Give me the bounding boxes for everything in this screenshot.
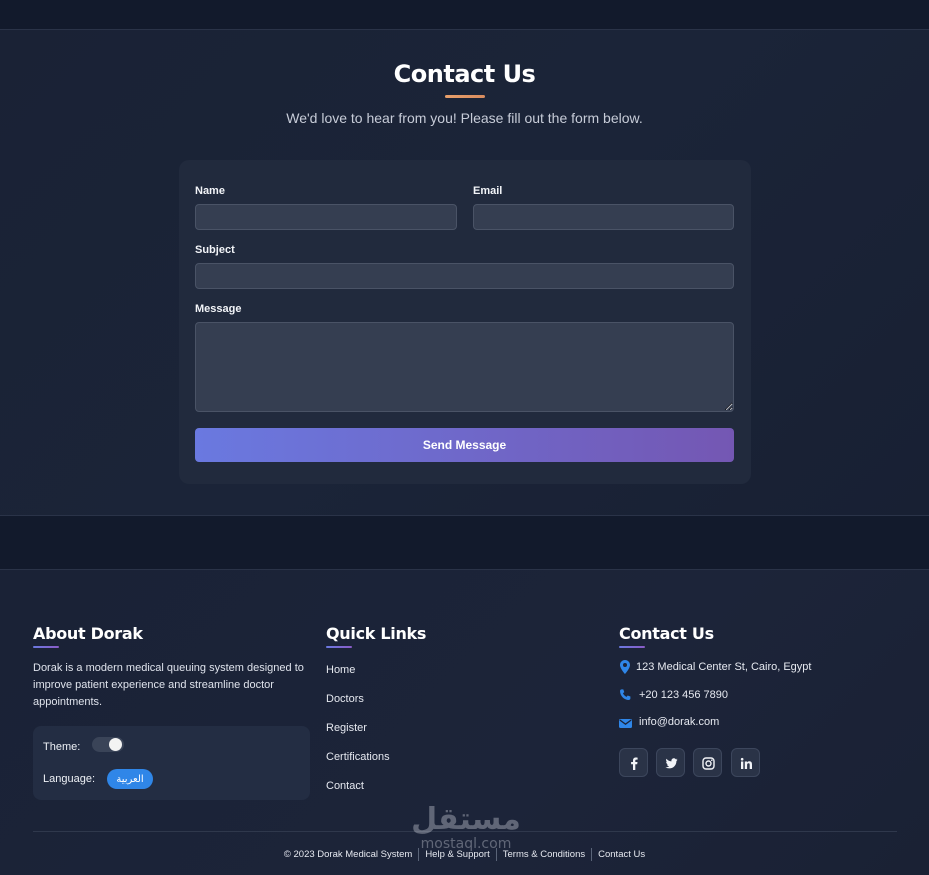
facebook-icon — [631, 757, 638, 770]
preferences-panel: Theme: Language: العربية — [33, 726, 310, 800]
email-label: Email — [473, 185, 503, 197]
envelope-icon — [619, 719, 632, 728]
linkedin-icon — [740, 757, 752, 769]
separator — [495, 847, 497, 861]
title-underline — [445, 95, 485, 98]
twitter-icon — [665, 758, 678, 769]
contact-section: Contact Us We'd love to hear from you! P… — [0, 30, 929, 516]
instagram-icon — [702, 757, 715, 770]
contact-email: info@dorak.com — [639, 716, 720, 728]
top-navbar-edge — [0, 0, 929, 30]
map-marker-icon — [620, 660, 630, 674]
about-heading-underline — [33, 646, 59, 648]
footer: About Dorak Dorak is a modern medical qu… — [0, 570, 929, 875]
instagram-button[interactable] — [693, 748, 722, 777]
contact-phone: +20 123 456 7890 — [639, 689, 729, 701]
language-arabic-button[interactable]: العربية — [107, 769, 153, 789]
footer-link-contact-us[interactable]: Contact Us — [598, 849, 645, 860]
footer-divider — [33, 831, 897, 832]
quick-links-heading: Quick Links — [326, 624, 427, 643]
toggle-knob — [109, 738, 122, 751]
footer-link-terms[interactable]: Terms & Conditions — [503, 849, 585, 860]
theme-toggle[interactable] — [92, 737, 124, 752]
quick-link-home[interactable]: Home — [326, 664, 355, 676]
email-field[interactable] — [473, 204, 734, 230]
facebook-button[interactable] — [619, 748, 648, 777]
message-label: Message — [195, 303, 242, 315]
footer-contact-heading-underline — [619, 646, 645, 648]
section-divider-band — [0, 516, 929, 570]
contact-address: 123 Medical Center St, Cairo, Egypt — [636, 661, 812, 673]
message-field[interactable] — [195, 322, 734, 412]
footer-link-help-support[interactable]: Help & Support — [425, 849, 489, 860]
subject-label: Subject — [195, 244, 235, 256]
contact-form: Name Email Subject Message Send Message — [179, 160, 751, 484]
about-heading: About Dorak — [33, 624, 143, 643]
quick-links-heading-underline — [326, 646, 352, 648]
twitter-button[interactable] — [656, 748, 685, 777]
separator — [418, 847, 420, 861]
footer-bottom-bar: © 2023 Dorak Medical System Help & Suppo… — [0, 847, 929, 861]
linkedin-button[interactable] — [731, 748, 760, 777]
about-text: Dorak is a modern medical queuing system… — [33, 662, 304, 708]
quick-link-doctors[interactable]: Doctors — [326, 693, 364, 705]
subject-field[interactable] — [195, 263, 734, 289]
quick-link-certifications[interactable]: Certifications — [326, 751, 390, 763]
footer-contact-heading: Contact Us — [619, 624, 714, 643]
name-field[interactable] — [195, 204, 457, 230]
name-label: Name — [195, 185, 225, 197]
send-message-button[interactable]: Send Message — [195, 428, 734, 462]
copyright-text: © 2023 Dorak Medical System — [283, 848, 413, 860]
language-label: Language: — [43, 773, 95, 785]
theme-label: Theme: — [43, 741, 81, 753]
phone-icon — [620, 689, 631, 700]
page-title: Contact Us — [393, 60, 536, 88]
separator — [591, 847, 593, 861]
quick-link-register[interactable]: Register — [326, 722, 367, 734]
quick-link-contact[interactable]: Contact — [326, 780, 364, 792]
page-subtitle: We'd love to hear from you! Please fill … — [286, 110, 643, 126]
